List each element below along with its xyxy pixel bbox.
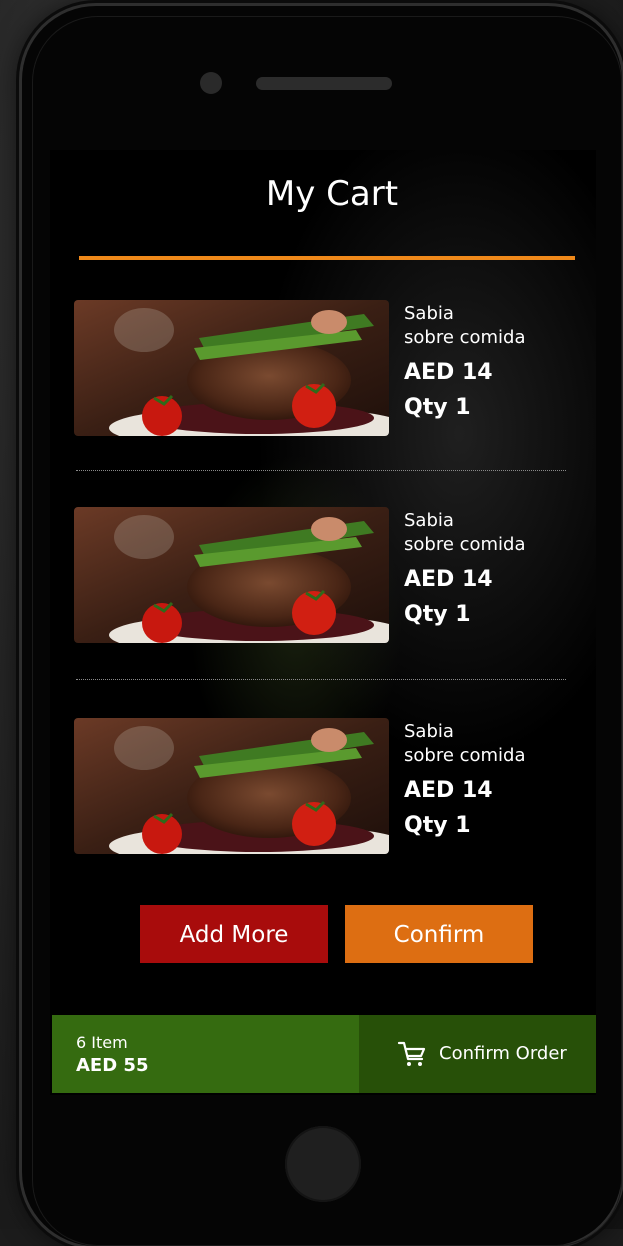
- order-total: AED 55: [76, 1055, 149, 1076]
- confirm-order-label: Confirm Order: [439, 1043, 567, 1064]
- food-thumbnail: [74, 300, 389, 436]
- order-summary-bar: 6 Item AED 55 Confirm Order: [52, 1015, 596, 1093]
- confirm-order-button[interactable]: Confirm Order: [359, 1015, 596, 1093]
- cart-screen: My Cart Sabia sobre comida AED 14 Qty 1 …: [50, 150, 596, 1095]
- item-name-line1: Sabia: [404, 303, 454, 324]
- item-price: AED 14: [404, 778, 493, 803]
- cart-item[interactable]: Sabia sobre comida AED 14 Qty 1: [74, 507, 544, 643]
- page-title: My Cart: [265, 174, 399, 214]
- item-name-line1: Sabia: [404, 510, 454, 531]
- title-underline: [79, 256, 575, 260]
- item-name-line1: Sabia: [404, 721, 454, 742]
- earpiece-speaker: [256, 77, 392, 90]
- item-quantity: Qty 1: [404, 395, 471, 420]
- item-quantity: Qty 1: [404, 602, 471, 627]
- item-price: AED 14: [404, 360, 493, 385]
- item-name: Sabia sobre comida: [404, 720, 554, 768]
- home-button[interactable]: [285, 1126, 361, 1202]
- item-name-line2: sobre comida: [404, 745, 526, 766]
- item-divider: [76, 470, 566, 471]
- item-name: Sabia sobre comida: [404, 302, 554, 350]
- cart-item[interactable]: Sabia sobre comida AED 14 Qty 1: [74, 718, 544, 854]
- item-quantity: Qty 1: [404, 813, 471, 838]
- item-name: Sabia sobre comida: [404, 509, 554, 557]
- food-thumbnail: [74, 718, 389, 854]
- item-price: AED 14: [404, 567, 493, 592]
- item-name-line2: sobre comida: [404, 534, 526, 555]
- add-more-button[interactable]: Add More: [140, 905, 328, 963]
- front-camera: [200, 72, 222, 94]
- order-summary: 6 Item AED 55: [52, 1015, 359, 1093]
- item-divider: [76, 679, 566, 680]
- cart-icon: [397, 1039, 427, 1069]
- item-count: 6 Item: [76, 1033, 128, 1052]
- item-name-line2: sobre comida: [404, 327, 526, 348]
- food-thumbnail: [74, 507, 389, 643]
- confirm-button[interactable]: Confirm: [345, 905, 533, 963]
- cart-item[interactable]: Sabia sobre comida AED 14 Qty 1: [74, 300, 544, 436]
